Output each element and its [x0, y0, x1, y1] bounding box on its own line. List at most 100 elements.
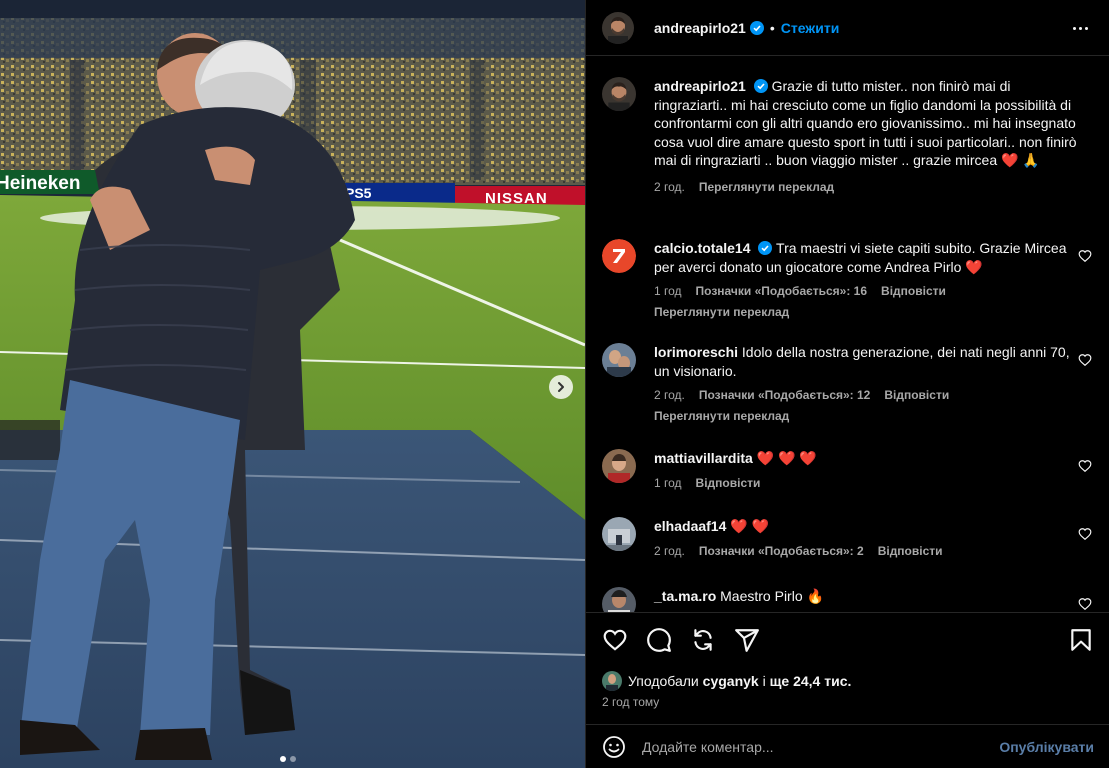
comment-body: elhadaaf14 ❤️ ❤️ 2 год. Позначки «Подоба… — [654, 517, 1072, 560]
comment-meta: 1 год Відповісти — [654, 474, 1072, 493]
banner-heineken: Heineken — [0, 173, 80, 194]
comment-reply-button[interactable]: Відповісти — [884, 386, 949, 405]
publish-button[interactable]: Опублікувати — [999, 739, 1094, 755]
comment-avatar[interactable] — [602, 587, 636, 612]
more-icon — [1072, 26, 1076, 30]
heart-icon[interactable] — [1078, 527, 1092, 541]
comment-likes-count[interactable]: Позначки «Подобається»: 16 — [696, 282, 867, 301]
post-caption: andreapirlo21 Grazie di tutto mister.. n… — [602, 77, 1092, 196]
caption-text-block: andreapirlo21 Grazie di tutto mister.. n… — [654, 77, 1084, 170]
likes-middle: і — [762, 673, 766, 689]
heart-icon[interactable] — [1078, 597, 1092, 611]
comment-avatar-image — [602, 239, 636, 273]
author-username[interactable]: andreapirlo21 — [654, 20, 746, 36]
comment-time[interactable]: 1 год — [654, 474, 682, 493]
caption-username[interactable]: andreapirlo21 — [654, 78, 746, 94]
likes-user[interactable]: cyganyk — [703, 673, 759, 689]
author-avatar[interactable] — [602, 11, 634, 44]
comment-text-block: elhadaaf14 ❤️ ❤️ — [654, 517, 1072, 536]
heart-icon[interactable] — [1078, 249, 1092, 263]
more-options-button[interactable] — [1070, 18, 1090, 38]
verified-icon — [753, 79, 768, 93]
comment-text: ❤️ ❤️ — [730, 518, 770, 534]
comment-meta: 1 год Позначки «Подобається»: 16 Відпові… — [654, 282, 1072, 301]
emoji-icon[interactable] — [602, 735, 626, 759]
comment-likes-count[interactable]: Позначки «Подобається»: 2 — [699, 542, 864, 561]
caption-author-avatar-image — [602, 77, 636, 111]
comment-time[interactable]: 1 год — [654, 282, 682, 301]
heart-icon[interactable] — [1078, 459, 1092, 473]
comment-item: mattiavillardita ❤️ ❤️ ❤️ 1 год Відповіс… — [602, 449, 1092, 492]
caption-time[interactable]: 2 год. — [654, 178, 685, 197]
comment-username[interactable]: mattiavillardita — [654, 450, 753, 466]
likes-prefix: Уподобали — [628, 673, 699, 689]
photo-scene: Heineken PS5 NISSAN — [0, 0, 585, 768]
send-icon[interactable] — [734, 627, 760, 653]
comment-body: _ta.ma.ro Maestro Pirlo 🔥 — [654, 587, 1072, 612]
comment-avatar[interactable] — [602, 239, 636, 273]
caption-meta: 2 год. Переглянути переклад — [654, 178, 1084, 197]
carousel-dots — [280, 756, 296, 762]
likes-summary[interactable]: Уподобали cyganyk і ще 24,4 тис. — [602, 671, 851, 691]
carousel-dot-active — [280, 756, 286, 762]
comment-avatar-image — [602, 517, 636, 551]
comment-avatar[interactable] — [602, 343, 636, 377]
comment-username[interactable]: calcio.totale14 — [654, 240, 751, 256]
comment-body: mattiavillardita ❤️ ❤️ ❤️ 1 год Відповіс… — [654, 449, 1072, 492]
action-icons — [602, 627, 760, 653]
comment-avatar[interactable] — [602, 449, 636, 483]
bookmark-icon[interactable] — [1068, 627, 1094, 653]
comment-username[interactable]: lorimoreschi — [654, 344, 738, 360]
comment-icon[interactable] — [646, 627, 672, 653]
carousel-dot — [290, 756, 296, 762]
comment-composer: Опублікувати — [586, 724, 1109, 768]
liker-avatar-image — [602, 671, 622, 691]
author-avatar-image — [602, 11, 634, 44]
verified-icon — [749, 20, 764, 35]
share-icon[interactable] — [690, 627, 716, 653]
comment-meta: 2 год. Позначки «Подобається»: 12 Відпов… — [654, 386, 1072, 405]
comment-time[interactable]: 2 год. — [654, 386, 685, 405]
comment-body: lorimoreschi Idolo della nostra generazi… — [654, 343, 1072, 425]
comment-translate-link[interactable]: Переглянути переклад — [654, 303, 1072, 322]
header-separator: • — [769, 19, 775, 36]
comment-username[interactable]: elhadaaf14 — [654, 518, 726, 534]
verified-icon — [758, 241, 773, 255]
comment-translate-link[interactable]: Переглянути переклад — [654, 407, 1072, 426]
post-details-panel: andreapirlo21 • Стежити andreapirlo21 Gr… — [585, 0, 1109, 768]
chevron-right-icon — [558, 382, 564, 392]
comment-text-block: mattiavillardita ❤️ ❤️ ❤️ — [654, 449, 1072, 468]
caption-author-avatar[interactable] — [602, 77, 636, 111]
comment-avatar-image — [602, 449, 636, 483]
comment-input[interactable] — [642, 738, 1000, 755]
next-photo-button[interactable] — [549, 375, 573, 399]
comment-text-block: lorimoreschi Idolo della nostra generazi… — [654, 343, 1072, 380]
comment-avatar-image — [602, 587, 636, 612]
more-icon-dot — [1084, 26, 1088, 30]
follow-button[interactable]: Стежити — [781, 20, 840, 36]
comment-item: lorimoreschi Idolo della nostra generazi… — [602, 343, 1092, 425]
comment-text-block: _ta.ma.ro Maestro Pirlo 🔥 — [654, 587, 1072, 606]
likes-count[interactable]: ще 24,4 тис. — [770, 673, 852, 689]
comment-avatar[interactable] — [602, 517, 636, 551]
heart-icon[interactable] — [1078, 353, 1092, 367]
comments-list[interactable]: andreapirlo21 Grazie di tutto mister.. n… — [586, 57, 1109, 612]
comment-reply-button[interactable]: Відповісти — [881, 282, 946, 301]
comment-item: _ta.ma.ro Maestro Pirlo 🔥 — [602, 587, 1092, 612]
caption-body: andreapirlo21 Grazie di tutto mister.. n… — [654, 77, 1084, 196]
liker-avatar[interactable] — [602, 671, 622, 691]
heart-icon[interactable] — [602, 627, 628, 653]
post-header: andreapirlo21 • Стежити — [586, 0, 1109, 56]
post-timestamp[interactable]: 2 год тому — [602, 695, 659, 709]
comment-body: calcio.totale14 Tra maestri vi siete cap… — [654, 239, 1072, 321]
more-icon-dot — [1078, 26, 1082, 30]
comment-reply-button[interactable]: Відповісти — [696, 474, 761, 493]
post-photo[interactable]: Heineken PS5 NISSAN — [0, 0, 585, 768]
caption-translate-link[interactable]: Переглянути переклад — [699, 178, 834, 197]
comment-time[interactable]: 2 год. — [654, 542, 685, 561]
comment-likes-count[interactable]: Позначки «Подобається»: 12 — [699, 386, 870, 405]
comment-reply-button[interactable]: Відповісти — [878, 542, 943, 561]
comment-text-block: calcio.totale14 Tra maestri vi siete cap… — [654, 239, 1072, 276]
post-actions: Уподобали cyganyk і ще 24,4 тис. 2 год т… — [586, 612, 1109, 724]
comment-username[interactable]: _ta.ma.ro — [654, 588, 716, 604]
